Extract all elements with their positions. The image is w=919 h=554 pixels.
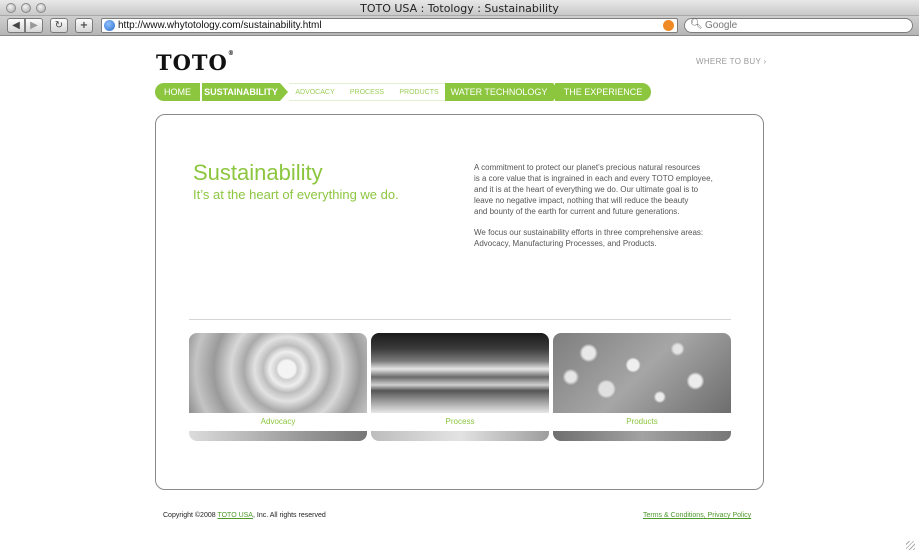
tile-label: Advocacy <box>189 413 367 431</box>
forward-button[interactable]: ▶ <box>25 18 43 33</box>
nav-the-experience[interactable]: THE EXPERIENCE <box>555 83 651 101</box>
intro-line: A commitment to protect our planet’s pre… <box>474 163 701 172</box>
url-text: http://www.whytotology.com/sustainabilit… <box>118 20 322 31</box>
nav-sustainability[interactable]: SUSTAINABILITY <box>202 83 280 101</box>
toto-usa-link[interactable]: TOTO USA <box>217 512 253 519</box>
globe-icon <box>104 20 115 31</box>
focus-line: We focus our sustainability efforts in t… <box>474 228 704 237</box>
process-tile[interactable]: Process <box>371 333 549 441</box>
tile-footer-image <box>553 431 731 441</box>
reload-icon: ↻ <box>54 20 64 31</box>
add-bookmark-button[interactable]: + <box>75 18 93 33</box>
rss-icon[interactable] <box>663 20 674 31</box>
window-titlebar: TOTO USA : Totology : Sustainability <box>0 0 919 16</box>
splash-image <box>371 333 549 413</box>
search-input[interactable]: 🔍︎ Google <box>684 18 913 33</box>
browser-toolbar: ◀ ▶ ↻ + http://www.whytotology.com/susta… <box>0 16 919 36</box>
tile-label: Process <box>371 413 549 431</box>
rose-image <box>189 333 367 413</box>
page-subtitle: It’s at the heart of everything we do. <box>193 187 399 202</box>
copyright-text: Copyright ©2008 TOTO USA, Inc. All right… <box>163 512 326 519</box>
intro-line: and bounty of the earth for current and … <box>474 207 680 216</box>
address-bar[interactable]: http://www.whytotology.com/sustainabilit… <box>101 18 678 33</box>
tile-label: Products <box>553 413 731 431</box>
tile-footer-image <box>189 431 367 441</box>
logo-text: TOTO <box>156 50 228 75</box>
nav-process[interactable]: PROCESS <box>341 83 393 101</box>
forward-arrow-icon: ▶ <box>30 20 38 31</box>
search-icon: 🔍︎ <box>690 19 703 30</box>
advocacy-tile[interactable]: Advocacy <box>189 333 367 441</box>
focus-line: Advocacy, Manufacturing Processes, and P… <box>474 239 657 248</box>
toto-logo[interactable]: TOTO® <box>156 50 235 75</box>
water-drops-image <box>553 333 731 413</box>
focus-paragraph: We focus our sustainability efforts in t… <box>474 227 734 249</box>
products-tile[interactable]: Products <box>553 333 731 441</box>
registered-mark: ® <box>227 50 235 57</box>
intro-paragraph: A commitment to protect our planet’s pre… <box>474 162 734 217</box>
nav-water-technology[interactable]: WATER TECHNOLOGY <box>445 83 553 101</box>
nav-home[interactable]: HOME <box>155 83 200 101</box>
where-to-buy-link[interactable]: WHERE TO BUY › <box>696 57 766 66</box>
nav-chevron-icon <box>280 83 288 101</box>
resize-grip-icon[interactable] <box>906 541 915 550</box>
nav-advocacy[interactable]: ADVOCACY <box>289 83 341 101</box>
window-title: TOTO USA : Totology : Sustainability <box>360 2 559 15</box>
reload-button[interactable]: ↻ <box>50 18 68 33</box>
back-arrow-icon: ◀ <box>12 20 20 31</box>
privacy-link[interactable]: Privacy Policy <box>708 512 752 519</box>
page-title: Sustainability <box>193 160 323 185</box>
intro-line: is a core value that is ingrained in eac… <box>474 174 713 183</box>
footer-links: Terms & Conditions, Privacy Policy <box>643 512 752 519</box>
copyright-suffix: , Inc. All rights reserved <box>252 512 326 519</box>
back-button[interactable]: ◀ <box>7 18 25 33</box>
copyright-prefix: Copyright ©2008 <box>163 512 218 519</box>
intro-line: and it is at the heart of everything we … <box>474 185 699 194</box>
terms-link[interactable]: Terms & Conditions <box>643 512 704 519</box>
intro-line: leave no negative impact, nothing that w… <box>474 196 689 205</box>
tile-footer-image <box>371 431 549 441</box>
search-placeholder: Google <box>705 20 738 31</box>
plus-icon: + <box>79 20 89 31</box>
nav-products[interactable]: PRODUCTS <box>393 83 445 101</box>
content-divider <box>189 319 731 320</box>
